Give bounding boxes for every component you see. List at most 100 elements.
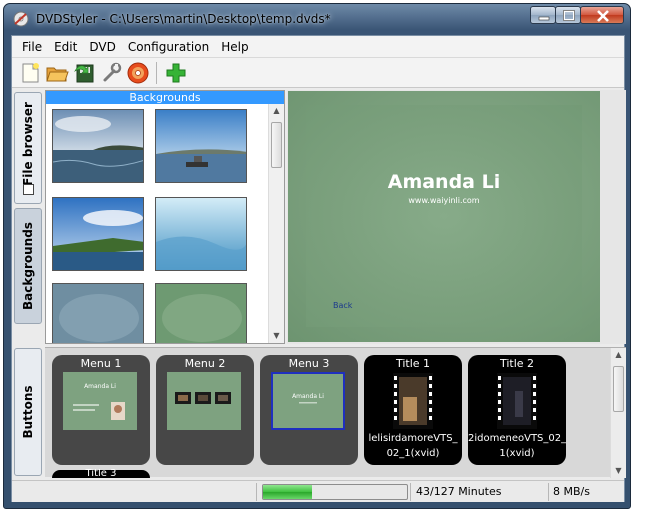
scrollbar-thumb[interactable] (613, 366, 624, 412)
menu-safe-area (306, 105, 582, 327)
card-label: Title 2 (499, 357, 535, 370)
backgrounds-scrollbar[interactable]: ▲ ▼ (268, 104, 284, 343)
backgrounds-panel: Backgrounds ▲ ▼ (45, 90, 285, 344)
settings-icon (103, 62, 122, 82)
ocean-island-image (53, 110, 143, 182)
main-client-area: File Edit DVD Configuration Help File br… (11, 35, 626, 502)
background-thumbnail[interactable] (52, 109, 144, 183)
menu-edit[interactable]: Edit (48, 37, 83, 57)
menu-bar: File Edit DVD Configuration Help (12, 36, 624, 58)
scroll-up-icon[interactable]: ▲ (611, 350, 626, 360)
minimize-button[interactable] (530, 6, 556, 24)
menu-card[interactable]: Menu 2 (156, 355, 254, 465)
burn-dvd-button[interactable] (126, 61, 150, 85)
backgrounds-header: Backgrounds (46, 91, 284, 104)
file-browser-icon (23, 184, 34, 195)
status-bar: 43/127 Minutes 8 MB/s (12, 480, 624, 502)
title-file-name: lelisirdamoreVTS_ 02_1(xvid) (368, 433, 458, 459)
title-card[interactable]: Title 2 2idomeneoVTS_02_ 1(xvid) (468, 355, 566, 465)
title-file-name: 2idomeneoVTS_02_ 1(xvid) (468, 433, 567, 459)
menu-thumbnail: Amanda Li (271, 372, 345, 430)
status-separator (410, 483, 411, 501)
burn-icon (127, 62, 149, 84)
tab-file-browser[interactable]: File browser (14, 92, 42, 204)
toolbar-separator (156, 62, 157, 84)
tab-buttons[interactable]: Buttons (14, 348, 42, 476)
title-thumbnail (393, 373, 433, 429)
card-label: Menu 3 (288, 357, 330, 370)
menu-help[interactable]: Help (215, 37, 254, 57)
card-label: Menu 2 (184, 357, 226, 370)
tab-backgrounds[interactable]: Backgrounds (14, 208, 42, 324)
bitrate-text: 8 MB/s (553, 485, 590, 498)
settings-button[interactable] (99, 61, 123, 85)
minutes-used-text: 43/127 Minutes (416, 485, 502, 498)
close-button[interactable] (580, 6, 624, 24)
open-icon (46, 67, 69, 82)
background-thumbnail[interactable] (155, 283, 247, 343)
title-card[interactable]: Title 3 (52, 469, 150, 478)
toolbar (12, 58, 624, 88)
scrollbar-thumb[interactable] (271, 122, 282, 168)
save-icon (74, 64, 94, 83)
tab-file-browser-label: File browser (21, 101, 35, 186)
scroll-down-icon[interactable]: ▼ (611, 466, 626, 476)
menu-card[interactable]: Menu 1 Amanda Li (52, 355, 150, 465)
menu-dvd[interactable]: DVD (83, 37, 121, 57)
disc-usage-progress (262, 484, 408, 500)
status-separator (548, 483, 549, 501)
new-project-button[interactable] (18, 61, 42, 85)
background-thumbnail[interactable] (52, 197, 144, 271)
film-strip-icon (393, 373, 433, 429)
blue-grey-texture-image (53, 284, 143, 343)
card-label: Menu 1 (80, 357, 122, 370)
add-icon (166, 63, 186, 83)
menu-configuration[interactable]: Configuration (122, 37, 215, 57)
save-project-button[interactable] (72, 61, 96, 85)
background-thumbnail[interactable] (155, 197, 247, 271)
dvdstyler-app-icon (13, 11, 29, 27)
card-label: Title 3 (85, 469, 117, 477)
harbor-boat-image (156, 110, 246, 182)
minimize-icon (538, 16, 550, 21)
coastline-image (53, 198, 143, 270)
tab-buttons-label: Buttons (21, 385, 35, 439)
menu2-preview-image (167, 372, 241, 430)
menu-preview: Amanda Li www.waiyinli.com Back (287, 90, 626, 344)
blue-gradient-image (156, 198, 246, 270)
add-button[interactable] (164, 61, 188, 85)
background-thumbnail[interactable] (52, 283, 144, 343)
menu1-preview-image: Amanda Li (63, 372, 137, 430)
menu-title-text[interactable]: Amanda Li (288, 171, 600, 193)
close-icon (597, 10, 609, 22)
open-project-button[interactable] (45, 61, 69, 85)
background-thumbnail[interactable] (155, 109, 247, 183)
new-icon (22, 63, 39, 83)
menu-canvas[interactable]: Amanda Li www.waiyinli.com Back (288, 91, 600, 342)
maximize-button[interactable] (555, 6, 581, 24)
menu-url-text[interactable]: www.waiyinli.com (288, 196, 600, 205)
scroll-down-icon[interactable]: ▼ (269, 331, 284, 341)
menu3-preview-image: Amanda Li (273, 374, 343, 428)
menu-card[interactable]: Menu 3 Amanda Li (260, 355, 358, 465)
title-bar[interactable]: DVDStyler - C:\Users\martin\Desktop\temp… (4, 4, 630, 34)
menu-thumbnail: Amanda Li (63, 372, 137, 430)
scroll-up-icon[interactable]: ▲ (269, 106, 284, 116)
status-separator (256, 483, 257, 501)
window-title: DVDStyler - C:\Users\martin\Desktop\temp… (36, 12, 331, 26)
card-label: Title 1 (395, 357, 431, 370)
titleset-scrollbar[interactable]: ▲ ▼ (610, 348, 626, 478)
maximize-icon (563, 10, 575, 21)
progress-fill (263, 485, 312, 499)
title-thumbnail (497, 373, 537, 429)
tab-backgrounds-label: Backgrounds (21, 222, 35, 310)
window-controls (530, 6, 624, 24)
menu-thumbnail (167, 372, 241, 430)
film-strip-icon (497, 373, 537, 429)
titleset-panel: Menu 1 Amanda Li Menu 2 Menu 3 Amanda Li… (45, 347, 626, 478)
menu-file[interactable]: File (16, 37, 48, 57)
menu-back-button[interactable]: Back (333, 301, 352, 310)
svg-text:Amanda Li: Amanda Li (84, 383, 116, 390)
title-card[interactable]: Title 1 lelisirdamoreVTS_ 02_1(xvid) (364, 355, 462, 465)
green-texture-image (156, 284, 246, 343)
